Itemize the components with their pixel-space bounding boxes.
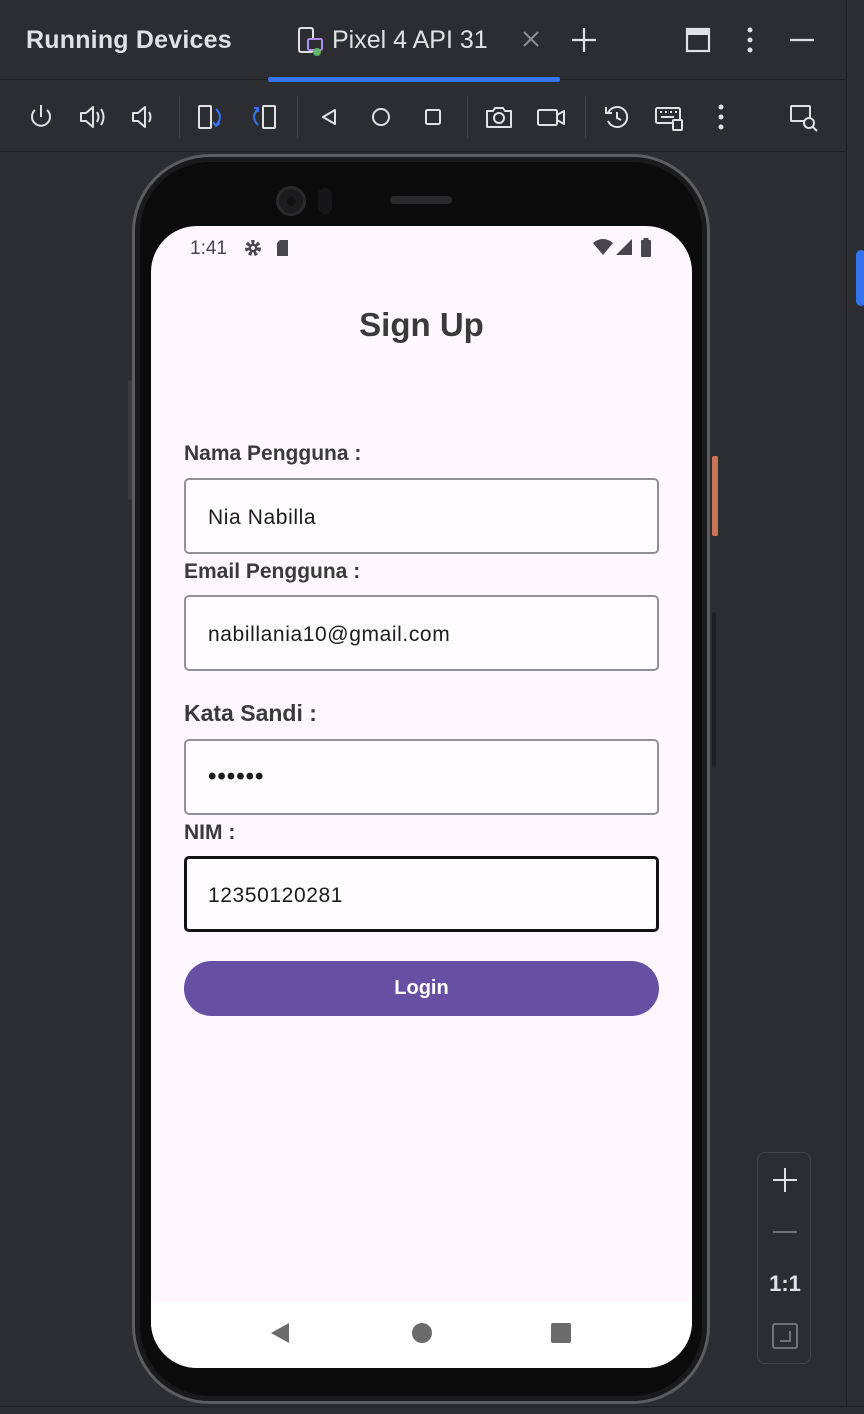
sensor (318, 188, 332, 214)
password-value: •••••• (208, 763, 265, 790)
device-explorer-icon[interactable] (786, 100, 820, 134)
zoom-controls: 1:1 (757, 1152, 811, 1364)
login-button[interactable]: Login (184, 961, 659, 1016)
device-icon (296, 26, 324, 56)
volume-down-icon[interactable] (128, 100, 162, 134)
zoom-fit-icon[interactable] (758, 1321, 812, 1356)
tab-pixel-4-api-31[interactable]: Pixel 4 API 31 (268, 0, 560, 82)
password-field[interactable]: •••••• (184, 739, 659, 815)
tool-window-indicator[interactable] (856, 250, 864, 306)
volume-up-icon[interactable] (76, 100, 110, 134)
earpiece-speaker (390, 196, 452, 204)
email-value: nabillania10@gmail.com (208, 623, 451, 646)
minimize-icon[interactable] (786, 24, 818, 56)
nav-back-icon[interactable] (269, 1322, 291, 1349)
overview-icon[interactable] (416, 100, 450, 134)
power-icon[interactable] (24, 100, 58, 134)
home-icon[interactable] (364, 100, 398, 134)
zoom-actual-size-button[interactable]: 1:1 (758, 1271, 812, 1297)
toolbar-separator (179, 96, 180, 138)
rotate-right-icon[interactable] (246, 100, 280, 134)
add-device-icon[interactable] (568, 24, 600, 56)
system-navigation-bar (151, 1302, 692, 1368)
username-label: Nama Pengguna : (184, 442, 362, 465)
window-layout-icon[interactable] (682, 24, 714, 56)
running-devices-window: Running Devices Pixel 4 API 31 1:41 Sign… (0, 0, 864, 1414)
status-time: 1:41 (190, 238, 227, 259)
settings-gear-icon (243, 238, 263, 263)
username-value: Nia Nabilla (208, 506, 317, 529)
tool-window-header: Running Devices Pixel 4 API 31 (0, 0, 846, 82)
keyboard-icon[interactable] (652, 100, 686, 134)
username-field[interactable]: Nia Nabilla (184, 478, 659, 554)
panel-title: Running Devices (26, 26, 232, 54)
nim-label: NIM : (184, 821, 236, 844)
email-label: Email Pengguna : (184, 560, 361, 583)
right-tool-strip (846, 0, 864, 1414)
camera-icon (276, 186, 306, 216)
nim-field[interactable]: 12350120281 (184, 856, 659, 932)
phone-power-button (712, 456, 718, 536)
battery-icon (640, 238, 652, 263)
reset-icon[interactable] (600, 100, 634, 134)
bottom-border (0, 1406, 864, 1414)
rotate-left-icon[interactable] (194, 100, 228, 134)
phone-volume-button (712, 612, 716, 768)
options-menu-icon[interactable] (734, 24, 766, 56)
tab-label: Pixel 4 API 31 (332, 26, 488, 54)
more-icon[interactable] (704, 100, 738, 134)
zoom-out-icon[interactable] (758, 1217, 812, 1252)
toolbar-separator (585, 96, 586, 138)
close-icon[interactable] (520, 28, 542, 50)
screen-record-icon[interactable] (534, 100, 568, 134)
nav-overview-icon[interactable] (550, 1322, 572, 1349)
screenshot-icon[interactable] (482, 100, 516, 134)
zoom-in-icon[interactable] (758, 1165, 812, 1200)
nav-home-icon[interactable] (411, 1322, 433, 1349)
page-title: Sign Up (359, 306, 484, 343)
cell-signal-icon (615, 238, 633, 261)
wifi-icon (592, 238, 614, 261)
back-icon[interactable] (312, 100, 346, 134)
email-field[interactable]: nabillania10@gmail.com (184, 595, 659, 671)
toolbar-separator (467, 96, 468, 138)
nim-value: 12350120281 (208, 884, 344, 907)
toolbar-separator (297, 96, 298, 138)
device-toolbar (0, 82, 846, 152)
device-screen[interactable]: 1:41 Sign Up Nama Pengguna : Nia Nabilla… (151, 226, 692, 1368)
sd-card-icon (275, 238, 291, 263)
password-label: Kata Sandi : (184, 700, 317, 726)
